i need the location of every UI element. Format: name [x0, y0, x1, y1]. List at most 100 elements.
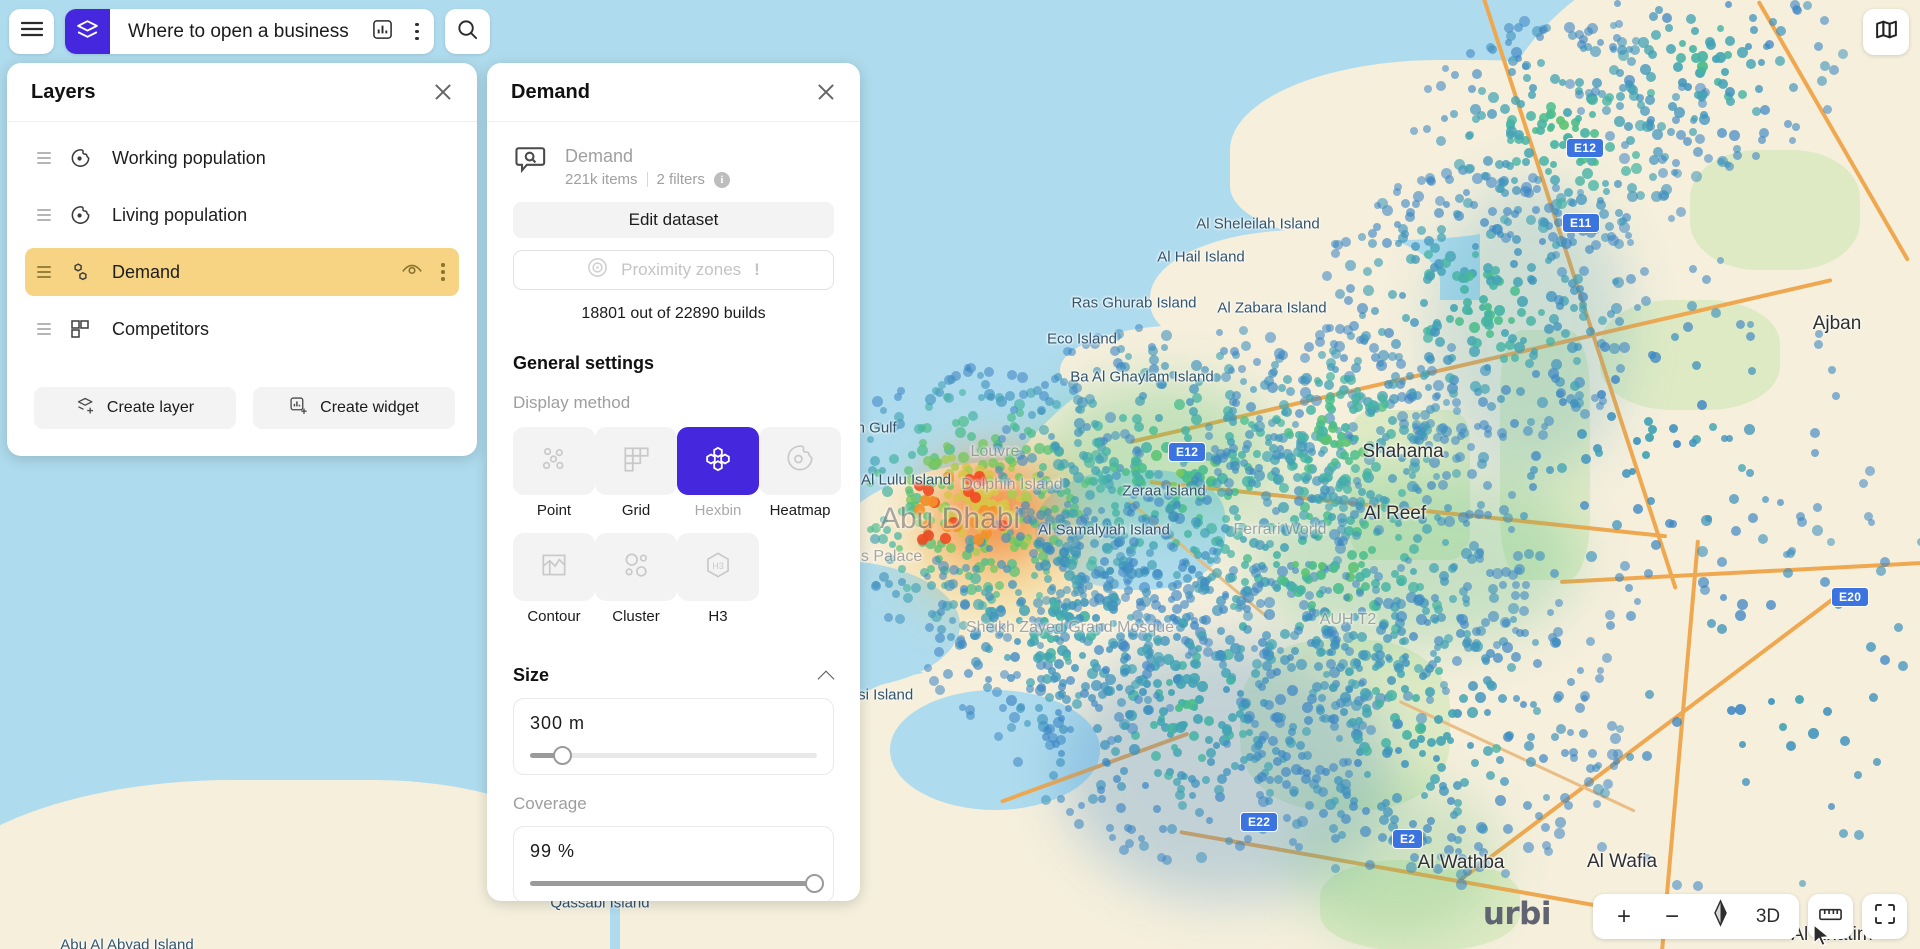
hexbin-cell — [1314, 377, 1321, 384]
create-layer-button[interactable]: Create layer — [34, 387, 236, 429]
hexbin-cell — [1478, 87, 1486, 95]
hexbin-cell — [1258, 736, 1266, 744]
project-more-button[interactable] — [400, 9, 434, 54]
zoom-out-button[interactable]: − — [1651, 894, 1693, 939]
size-slider-knob[interactable] — [552, 746, 572, 766]
hexbin-cell — [1317, 426, 1328, 437]
hexbin-cell — [946, 543, 956, 553]
method-cluster[interactable]: Cluster — [595, 533, 677, 637]
coverage-slider-track[interactable] — [530, 874, 825, 894]
search-button[interactable] — [444, 9, 490, 54]
demand-panel-close-button[interactable] — [814, 80, 838, 104]
method-contour[interactable]: Contour — [513, 533, 595, 637]
hexbin-cell — [1033, 487, 1041, 495]
hexbin-cell — [1381, 582, 1391, 592]
hexbin-cell — [1676, 207, 1686, 217]
hexbin-cell — [1784, 120, 1792, 128]
eye-icon[interactable] — [401, 262, 423, 283]
hexbin-cell — [1533, 185, 1541, 193]
drag-handle-icon[interactable] — [37, 266, 51, 278]
method-label: H3 — [708, 608, 728, 626]
hexbin-cell — [1626, 611, 1636, 621]
basemap-style-button[interactable] — [1863, 9, 1909, 55]
method-point[interactable]: Point — [513, 427, 595, 531]
layer-row-competitors[interactable]: Competitors — [25, 305, 459, 353]
hexbin-cell — [1037, 471, 1044, 478]
measure-button[interactable] — [1808, 894, 1853, 939]
hexbin-cell — [1345, 260, 1356, 271]
hexbin-cell — [1329, 763, 1338, 772]
hexbin-cell — [1840, 736, 1850, 746]
compass-button[interactable] — [1699, 894, 1741, 939]
hexbin-cell — [1085, 490, 1095, 500]
hexbin-cell — [958, 640, 967, 649]
hexbin-cell — [1281, 767, 1291, 777]
hexbin-cell — [1443, 399, 1450, 406]
hexbin-cell — [1173, 571, 1181, 579]
hexbin-cell — [1522, 158, 1530, 166]
hexbin-cell — [1108, 486, 1116, 494]
drag-handle-icon[interactable] — [37, 323, 51, 335]
hexbin-cell — [1114, 329, 1124, 339]
hexbin-cell — [1102, 466, 1110, 474]
charts-button[interactable] — [366, 9, 400, 54]
proximity-zones-button[interactable]: Proximity zones ! — [513, 250, 834, 291]
hexbin-cell — [1551, 374, 1560, 383]
layer-row-living-population[interactable]: Living population — [25, 191, 459, 239]
hexbin-cell — [1001, 533, 1011, 543]
hexbin-cell — [1453, 407, 1461, 415]
method-grid-opt[interactable]: Grid — [595, 427, 677, 531]
hexbin-cell — [1488, 92, 1499, 103]
hexbin-cell — [1358, 607, 1366, 615]
zoom-in-button[interactable]: + — [1603, 894, 1645, 939]
hexbin-cell — [1457, 825, 1466, 834]
hexbin-cell — [1051, 505, 1059, 513]
size-slider-track[interactable] — [530, 746, 817, 766]
hexbin-cell — [1161, 480, 1171, 490]
layer-row-demand[interactable]: Demand — [25, 248, 459, 296]
hexbin-cell — [1336, 390, 1345, 399]
hexbin-cell — [1337, 513, 1347, 523]
create-widget-button[interactable]: Create widget — [253, 387, 455, 429]
hexbin-cell — [1662, 13, 1672, 23]
hexbin-cell — [1537, 119, 1547, 129]
hexbin-cell — [1666, 44, 1676, 54]
3d-toggle-button[interactable]: 3D — [1747, 894, 1789, 939]
hexbin-cell — [1593, 800, 1601, 808]
hexbin-cell — [1044, 652, 1052, 660]
hexbin-cell — [1417, 365, 1425, 373]
hexbin-cell — [1007, 510, 1016, 519]
hexbin-cell — [1697, 91, 1707, 101]
hexbin-cell — [1374, 258, 1383, 267]
hexbin-cell — [1811, 449, 1819, 457]
top-toolbar: Where to open a business — [0, 0, 490, 54]
fullscreen-button[interactable] — [1862, 894, 1907, 939]
brand-logo-button[interactable] — [65, 9, 110, 54]
hexbin-cell — [1195, 498, 1203, 506]
hexbin-cell — [1489, 593, 1499, 603]
chevron-up-icon[interactable] — [818, 668, 834, 684]
hexbin-cell — [1035, 562, 1044, 571]
layer-label: Living population — [112, 204, 248, 225]
edit-dataset-button[interactable]: Edit dataset — [513, 202, 834, 239]
hexbin-cell — [1752, 152, 1760, 160]
kebab-menu-icon[interactable] — [441, 263, 445, 281]
hexbin-cell — [1397, 670, 1405, 678]
method-h3[interactable]: H3 H3 — [677, 533, 759, 637]
hexbin-cell — [929, 676, 939, 686]
menu-button[interactable] — [9, 9, 54, 54]
hexbin-cell — [1442, 65, 1449, 72]
drag-handle-icon[interactable] — [37, 209, 51, 221]
drag-handle-icon[interactable] — [37, 152, 51, 164]
method-hexbin[interactable]: Hexbin — [677, 427, 759, 531]
method-heatmap[interactable]: Heatmap — [759, 427, 841, 531]
hexbin-cell — [1755, 85, 1763, 93]
hexbin-cell — [1551, 359, 1562, 370]
coverage-slider-knob[interactable] — [805, 874, 825, 894]
hexbin-cell — [1176, 469, 1184, 477]
size-section-header[interactable]: Size — [513, 665, 834, 686]
info-icon[interactable]: i — [713, 171, 730, 188]
hexbin-cell — [998, 435, 1006, 443]
layers-panel-close-button[interactable] — [431, 80, 455, 104]
layer-row-working-population[interactable]: Working population — [25, 134, 459, 182]
